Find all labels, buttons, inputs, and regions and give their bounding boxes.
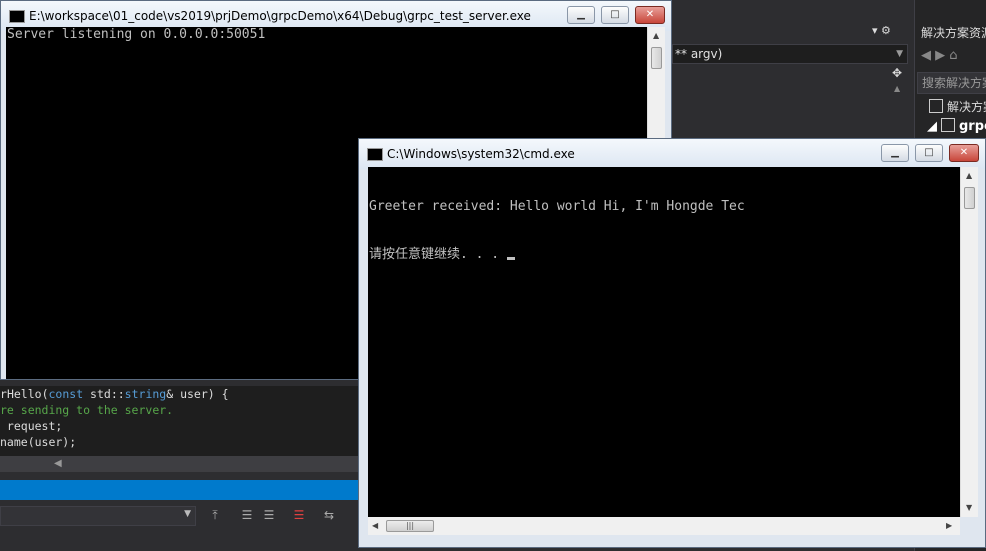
function-dropdown-label: ** argv): [675, 47, 723, 61]
scroll-thumb[interactable]: |||: [386, 520, 434, 532]
word-wrap-icon[interactable]: ⇆: [320, 508, 338, 524]
scroll-up-icon[interactable]: ▲: [653, 31, 659, 40]
solution-explorer-toolbar: ◀ ▶ ⌂: [921, 48, 986, 68]
next-message-icon[interactable]: ☰: [260, 508, 278, 524]
maximize-button[interactable]: □: [601, 6, 629, 24]
cmd-vertical-scrollbar[interactable]: ▲ ▼: [960, 167, 978, 517]
tree-item-project[interactable]: ◢ grpc: [927, 118, 986, 134]
console-line: Greeter received: Hello world Hi, I'm Ho…: [369, 199, 745, 214]
cmd-window-title: C:\Windows\system32\cmd.exe: [387, 147, 575, 161]
scroll-down-icon[interactable]: ▼: [966, 503, 972, 512]
console-line-text: 请按任意键继续. . .: [369, 247, 507, 262]
code-line: rHello(const std::string& user) {: [0, 387, 229, 401]
tree-item-solution[interactable]: 解决方案: [929, 98, 986, 115]
tree-item-project-label: grpc: [959, 119, 986, 134]
scroll-up-icon[interactable]: ▲: [966, 171, 972, 180]
cmd-console-output[interactable]: Greeter received: Hello world Hi, I'm Ho…: [368, 167, 960, 517]
console-line: 请按任意键继续. . .: [369, 247, 959, 263]
output-toolbar: ▼ ⤒ ☰ ☰ ☰ ⇆: [0, 504, 358, 530]
cmd-app-icon: [367, 148, 383, 161]
minimize-button[interactable]: ▁: [881, 144, 909, 162]
chevron-down-icon: ▼: [184, 509, 191, 519]
code-line: request;: [0, 419, 63, 433]
cmd-horizontal-scrollbar[interactable]: ◀ ||| ▶: [368, 517, 960, 535]
scroll-thumb[interactable]: [964, 187, 975, 209]
code-line: name(user);: [0, 435, 77, 449]
tree-item-solution-label: 解决方案: [947, 100, 986, 114]
console-line: Server listening on 0.0.0.0:50051: [7, 27, 266, 42]
forward-icon[interactable]: ▶: [935, 48, 945, 63]
find-message-icon[interactable]: ⤒: [206, 508, 224, 524]
editor-horizontal-scrollbar[interactable]: ◀: [0, 456, 358, 472]
scroll-up-icon[interactable]: ▲: [894, 84, 900, 93]
scroll-right-icon[interactable]: ▶: [946, 521, 952, 530]
split-icon[interactable]: ✥: [892, 66, 906, 80]
server-window-title: E:\workspace\01_code\vs2019\prjDemo\grpc…: [29, 9, 531, 23]
text-cursor: [506, 257, 515, 260]
function-dropdown[interactable]: ** argv) ▼: [672, 44, 908, 64]
code-editor[interactable]: rHello(const std::string& user) { re sen…: [0, 386, 358, 456]
back-icon[interactable]: ◀: [921, 48, 931, 63]
maximize-button[interactable]: □: [915, 144, 943, 162]
console-app-icon: [9, 10, 25, 23]
vs-window-controls[interactable]: ▾ ⚙: [872, 24, 912, 40]
scroll-left-icon[interactable]: ◀: [372, 521, 378, 530]
scroll-thumb[interactable]: [651, 47, 662, 69]
code-line: re sending to the server.: [0, 403, 174, 417]
solution-search-input[interactable]: 搜索解决方案资源管理器: [917, 72, 986, 94]
clear-all-icon[interactable]: ☰: [290, 508, 308, 524]
output-source-dropdown[interactable]: ▼: [0, 506, 196, 526]
cmd-window-titlebar[interactable]: C:\Windows\system32\cmd.exe ▁ □ ✕: [359, 139, 985, 169]
home-icon[interactable]: ⌂: [949, 48, 957, 63]
previous-message-icon[interactable]: ☰: [238, 508, 256, 524]
solution-icon: [929, 99, 943, 113]
cmd-console-window[interactable]: C:\Windows\system32\cmd.exe ▁ □ ✕ Greete…: [358, 138, 986, 548]
status-bar: [0, 480, 358, 500]
project-icon: [941, 118, 955, 132]
close-button[interactable]: ✕: [949, 144, 979, 162]
close-button[interactable]: ✕: [635, 6, 665, 24]
expand-arrow-icon[interactable]: ◢: [927, 119, 937, 134]
minimize-button[interactable]: ▁: [567, 6, 595, 24]
solution-explorer-title: 解决方案资源管理器: [921, 26, 986, 40]
scroll-left-icon[interactable]: ◀: [54, 456, 62, 472]
chevron-down-icon: ▼: [896, 49, 903, 59]
